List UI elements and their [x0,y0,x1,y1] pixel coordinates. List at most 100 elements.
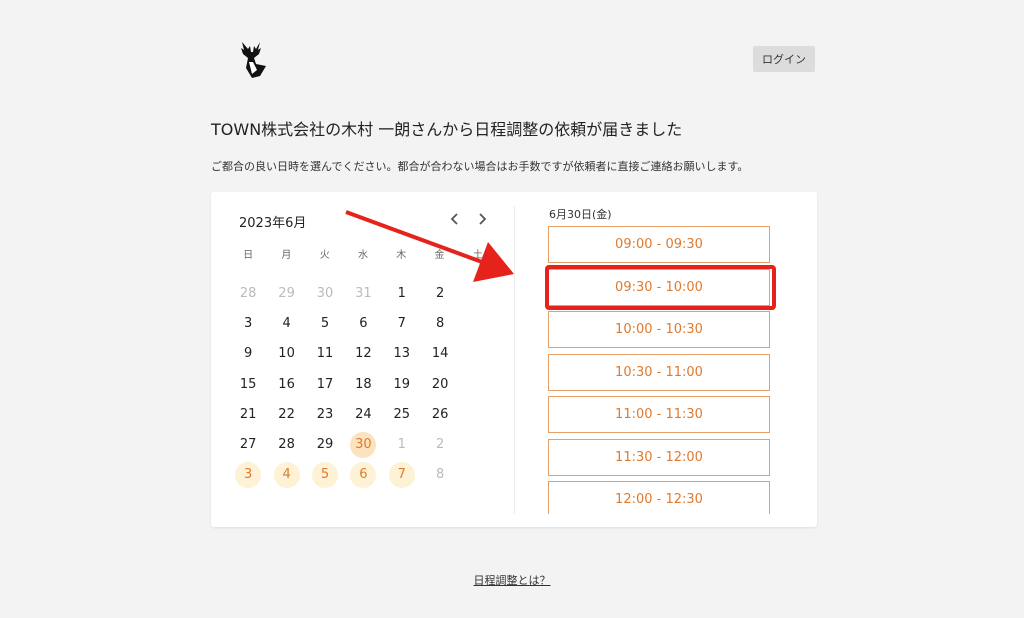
calendar-day-label: 17 [316,376,334,392]
weekday-label: 月 [281,250,292,261]
calendar-day-label: 31 [355,285,372,301]
calendar-day-label: 30 [350,431,377,458]
calendar-day-label: 6 [359,315,368,331]
calendar-day-label: 11 [316,346,334,362]
weekday-label: 土 [472,250,483,261]
login-button[interactable]: ログイン [753,46,815,72]
calendar-day[interactable]: 30 [344,429,382,459]
calendar-day: 23 [306,399,344,429]
page: ログイン TOWN株式会社の木村 一朗さんから日程調整の依頼が届きました ご都合… [0,0,1024,618]
calendar-day: 29 [267,278,305,308]
calendar-day-label: 29 [316,437,334,453]
calendar-day: 25 [383,399,421,429]
calendar-day[interactable]: 7 [383,460,421,490]
calendar-day-label: 1 [397,437,406,453]
calendar-day-label: 7 [397,315,406,331]
calendar-day-label: 30 [316,285,334,301]
calendar-day-label: 8 [436,315,445,331]
time-slot-button[interactable]: 10:30 - 11:00 [548,353,770,391]
calendar-day-label: 9 [244,346,253,362]
calendar-day-label: 25 [393,406,411,422]
calendar-day: 18 [344,369,382,399]
calendar-day-label: 23 [316,406,334,422]
calendar-day: 7 [383,308,421,338]
calendar-day-label: 5 [311,461,338,488]
calendar-day-label: 3 [244,315,253,331]
calendar-day[interactable]: 4 [267,460,305,490]
calendar-day-label: 22 [278,406,295,422]
calendar-day: 6 [344,308,382,338]
next-month-button[interactable] [473,210,491,228]
calendar-day-label: 20 [431,376,449,392]
chevron-right-icon [479,213,487,225]
calendar-day-label: 13 [393,346,411,362]
calendar-day[interactable]: 3 [229,460,267,490]
calendar-day: 9 [229,339,267,369]
calendar-day-label: 21 [239,406,257,422]
calendar-day-label: 28 [239,285,257,301]
calendar-day: 13 [383,339,421,369]
calendar-day-label: 6 [350,461,377,488]
calendar-day: 30 [306,278,344,308]
weekday-label: 水 [357,250,368,261]
prev-month-button[interactable] [446,210,464,228]
calendar-day-label: 16 [278,376,295,392]
calendar-day: 4 [267,308,305,338]
weekday-label: 金 [434,250,445,261]
calendar-day-label: 28 [278,437,295,453]
time-slot-button[interactable]: 11:30 - 12:00 [548,438,770,476]
calendar-day-label: 3 [235,461,262,488]
calendar-day-label: 2 [436,437,445,453]
calendar-day-label: 27 [239,437,257,453]
selected-date-heading: 6月30日(金) [549,208,612,221]
calendar-day-label: 5 [320,315,330,331]
page-subtitle: ご都合の良い日時を選んでください。都合が合わない場合はお手数ですが依頼者に直接ご… [211,160,749,173]
calendar-day: 29 [306,429,344,459]
time-slot-button[interactable]: 09:00 - 09:30 [548,226,770,263]
calendar-day-label: 2 [436,285,445,301]
calendar-day: 16 [267,369,305,399]
calendar-weekday-row: 日月火水木金土 [229,246,497,261]
calendar-day-label: 12 [355,346,372,362]
calendar-day-label: 19 [393,376,411,392]
calendar-day: 8 [421,308,459,338]
calendar-day-label: 8 [436,467,445,483]
calendar-day: 2 [421,278,459,308]
calendar-day-label: 15 [239,376,257,392]
calendar-day-label: 24 [355,406,372,422]
calendar-day-label: 29 [278,285,295,301]
page-title: TOWN株式会社の木村 一朗さんから日程調整の依頼が届きました [211,120,683,139]
calendar-day: 28 [267,429,305,459]
calendar-month-label: 2023年6月 [239,216,307,231]
weekday-label: 火 [319,250,330,261]
calendar-day: 19 [383,369,421,399]
calendar-day: 2 [421,429,459,459]
time-slot-button[interactable]: 11:00 - 11:30 [548,396,770,433]
calendar-day: 21 [229,399,267,429]
calendar-day-label: 26 [431,406,449,422]
time-slot-button[interactable]: 10:00 - 10:30 [548,311,770,348]
calendar-day: 8 [421,460,459,490]
calendar-day: 22 [267,399,305,429]
deer-head-icon[interactable] [232,38,272,82]
calendar-day: 27 [229,429,267,459]
calendar-day[interactable]: 5 [306,460,344,490]
about-scheduling-link[interactable]: 日程調整とは？ [0,572,1024,588]
calendar-day: 14 [421,339,459,369]
calendar-day-label: 4 [282,315,291,331]
weekday-label: 木 [396,250,407,261]
calendar-day: 3 [229,308,267,338]
calendar-day-label: 14 [431,346,449,362]
panel-divider [514,206,515,514]
time-slot-button[interactable]: 12:00 - 12:30 [548,481,770,514]
calendar-day: 1 [383,278,421,308]
calendar-day: 12 [344,339,382,369]
calendar-day: 11 [306,339,344,369]
calendar-day[interactable]: 6 [344,460,382,490]
calendar-day-label: 1 [397,285,406,301]
weekday-label: 日 [243,250,254,261]
calendar-day: 5 [306,308,344,338]
calendar-day-label: 4 [273,461,300,488]
chevron-left-icon [450,213,458,225]
scheduler-card: 2023年6月 日月火水木金土 28 29 30 31 1 2 3 4 5 6 7 8 9 10 11 12 1… [211,192,817,527]
